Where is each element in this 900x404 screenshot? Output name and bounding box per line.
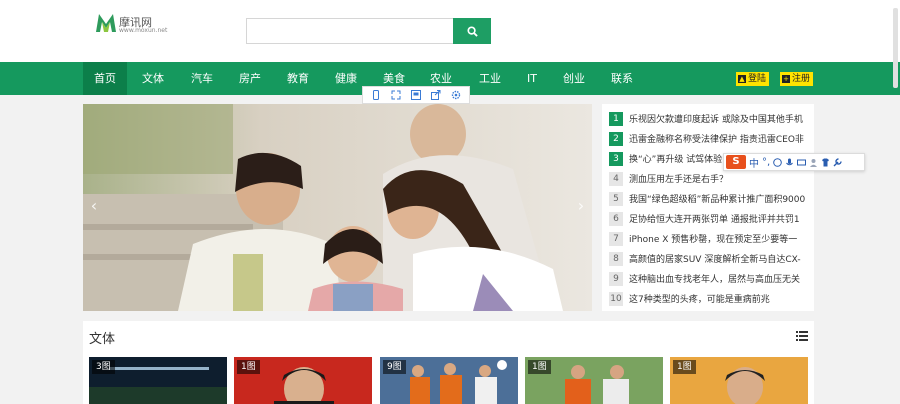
gallery-thumb[interactable]: 1图 bbox=[525, 357, 663, 404]
list-item[interactable]: 2 迅雷金融称名称受法律保护 指责迅雷CEO非 bbox=[609, 131, 814, 146]
headline-link[interactable]: 测血压用左手还是右手？ bbox=[629, 172, 728, 185]
headline-link[interactable]: 这7种类型的头疼，可能是重病前兆 bbox=[629, 292, 770, 305]
banner-prev-arrow[interactable]: ‹ bbox=[88, 196, 100, 216]
gallery-thumb[interactable]: 9图 bbox=[380, 357, 518, 404]
gallery-thumb[interactable]: 1图 bbox=[670, 357, 808, 404]
user-icon[interactable] bbox=[809, 158, 818, 167]
image-count-badge: 1图 bbox=[237, 360, 260, 374]
list-item[interactable]: 4 测血压用左手还是右手？ bbox=[609, 171, 814, 186]
logo-url: www.moxun.net bbox=[119, 27, 168, 34]
gallery-thumb[interactable]: 1图 bbox=[234, 357, 372, 404]
headline-link[interactable]: 乐视因欠款遭印度起诉 或除及中国其他手机 bbox=[629, 112, 803, 125]
settings-icon[interactable] bbox=[450, 89, 462, 101]
rank-number: 6 bbox=[609, 211, 623, 226]
microphone-icon[interactable] bbox=[785, 158, 794, 167]
headline-list: 1 乐视因欠款遭印度起诉 或除及中国其他手机 2 迅雷金融称名称受法律保护 指责迅雷… bbox=[602, 104, 814, 311]
register-icon: + bbox=[782, 75, 790, 83]
rank-number: 1 bbox=[609, 111, 623, 126]
rank-number: 7 bbox=[609, 231, 623, 246]
search-icon bbox=[466, 25, 478, 37]
phone-icon[interactable] bbox=[370, 89, 382, 101]
gallery-thumb[interactable]: 3图 bbox=[89, 357, 227, 404]
list-item[interactable]: 1 乐视因欠款遭印度起诉 或除及中国其他手机 bbox=[609, 111, 814, 126]
headline-link[interactable]: 迅雷金融称名称受法律保护 指责迅雷CEO非 bbox=[629, 132, 804, 145]
logo-mark-icon bbox=[96, 14, 116, 32]
ime-punctuation-toggle[interactable]: °, bbox=[762, 157, 770, 168]
skin-icon[interactable] bbox=[821, 158, 830, 167]
ime-toolbar[interactable]: S 中 °, bbox=[723, 153, 865, 171]
headline-link[interactable]: 这种脑出血专找老年人，居然与高血压无关 bbox=[629, 272, 800, 285]
share-icon[interactable] bbox=[430, 89, 442, 101]
section-title: 文体 bbox=[89, 332, 116, 347]
image-count-badge: 9图 bbox=[383, 360, 406, 374]
rank-number: 10 bbox=[609, 291, 623, 306]
image-toolbar bbox=[362, 86, 470, 104]
banner-photo bbox=[83, 104, 592, 311]
list-item[interactable]: 7 iPhone X 预售秒罄，现在预定至少要等一 bbox=[609, 231, 814, 246]
rank-number: 2 bbox=[609, 131, 623, 146]
nav-item-contact[interactable]: 联系 bbox=[600, 62, 644, 95]
site-header: 摩讯网 www.moxun.net bbox=[0, 0, 900, 62]
keyboard-icon[interactable] bbox=[797, 158, 807, 167]
image-count-badge: 1图 bbox=[528, 360, 551, 374]
register-button[interactable]: + 注册 bbox=[780, 72, 814, 86]
list-item[interactable]: 9 这种脑出血专找老年人，居然与高血压无关 bbox=[609, 271, 814, 286]
sports-section: 文体 3图 1图 9图 1图 1图 bbox=[83, 321, 814, 404]
image-count-badge: 1图 bbox=[673, 360, 696, 374]
rank-number: 3 bbox=[609, 151, 623, 166]
list-item[interactable]: 8 高颜值的居家SUV 深度解析全新马自达CX- bbox=[609, 251, 814, 266]
list-item[interactable]: 10 这7种类型的头疼，可能是重病前兆 bbox=[609, 291, 814, 306]
headline-link[interactable]: 我国“绿色超级稻”新品种累计推广面积9000 bbox=[629, 192, 805, 205]
list-item[interactable]: 6 足协给恒大连开两张罚单 通报批评并共罚1 bbox=[609, 211, 814, 226]
headline-link[interactable]: 换“心”再升级 试驾体验 bbox=[629, 152, 722, 165]
headline-link[interactable]: 足协给恒大连开两张罚单 通报批评并共罚1 bbox=[629, 212, 800, 225]
ime-language-toggle[interactable]: 中 bbox=[749, 155, 759, 170]
page-scrollbar[interactable] bbox=[893, 8, 898, 88]
nav-item-auto[interactable]: 汽车 bbox=[180, 62, 224, 95]
nav-item-industry[interactable]: 工业 bbox=[468, 62, 512, 95]
rank-number: 8 bbox=[609, 251, 623, 266]
rank-number: 9 bbox=[609, 271, 623, 286]
register-label: 注册 bbox=[792, 74, 811, 84]
nav-item-sports[interactable]: 文体 bbox=[131, 62, 175, 95]
emoji-icon[interactable] bbox=[773, 157, 782, 167]
rank-number: 4 bbox=[609, 171, 623, 186]
banner-next-arrow[interactable]: › bbox=[575, 196, 587, 216]
nav-item-it[interactable]: IT bbox=[510, 62, 554, 95]
login-label: 登陆 bbox=[748, 74, 767, 84]
login-button[interactable]: ▲ 登陆 bbox=[736, 72, 770, 86]
nav-item-realestate[interactable]: 房产 bbox=[228, 62, 272, 95]
banner-slideshow[interactable] bbox=[83, 104, 592, 311]
wrench-icon[interactable] bbox=[833, 157, 842, 167]
list-menu-icon[interactable] bbox=[796, 331, 808, 341]
nav-item-startup[interactable]: 创业 bbox=[552, 62, 596, 95]
list-item[interactable]: 5 我国“绿色超级稻”新品种累计推广面积9000 bbox=[609, 191, 814, 206]
image-count-badge: 3图 bbox=[92, 360, 115, 374]
search-button[interactable] bbox=[453, 18, 491, 44]
login-icon: ▲ bbox=[738, 75, 746, 83]
save-image-icon[interactable] bbox=[410, 89, 422, 101]
nav-item-education[interactable]: 教育 bbox=[276, 62, 320, 95]
ime-logo-icon[interactable]: S bbox=[726, 155, 746, 169]
nav-item-home[interactable]: 首页 bbox=[83, 62, 127, 95]
site-logo[interactable]: 摩讯网 www.moxun.net bbox=[95, 12, 175, 36]
rank-number: 5 bbox=[609, 191, 623, 206]
headline-link[interactable]: iPhone X 预售秒罄，现在预定至少要等一 bbox=[629, 232, 797, 245]
expand-icon[interactable] bbox=[390, 89, 402, 101]
search-input[interactable] bbox=[246, 18, 454, 44]
headline-link[interactable]: 高颜值的居家SUV 深度解析全新马自达CX- bbox=[629, 252, 801, 265]
